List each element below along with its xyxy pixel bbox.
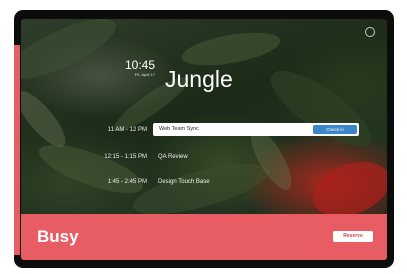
- status-bar: Busy Reserve: [21, 214, 387, 260]
- status-side-strip: [14, 45, 20, 255]
- agenda-item-time: 12:15 - 1:15 PM: [104, 154, 147, 160]
- clock-date: Fri, April 17: [134, 72, 155, 77]
- agenda-item-title[interactable]: QA Review: [158, 153, 188, 161]
- current-meeting-row[interactable]: Web Team Sync Check in: [153, 123, 359, 136]
- agenda-item-time: 1:45 - 2:45 PM: [107, 179, 147, 185]
- reserve-button[interactable]: Reserve: [333, 231, 373, 242]
- clock-time: 10:45: [124, 58, 155, 72]
- room-display-screen: 10:45 Fri, April 17 Jungle 11 AM - 12 PM…: [21, 19, 387, 260]
- room-name: Jungle: [165, 66, 233, 92]
- room-status-label: Busy: [37, 227, 79, 246]
- tablet-device: 10:45 Fri, April 17 Jungle 11 AM - 12 PM…: [14, 10, 394, 268]
- agenda-item-title[interactable]: Design Touch Base: [158, 178, 210, 186]
- check-in-button[interactable]: Check in: [313, 125, 357, 134]
- agenda-item-time: 11 AM - 12 PM: [107, 127, 147, 133]
- gear-icon[interactable]: [365, 27, 375, 37]
- current-meeting-title: Web Team Sync: [159, 126, 199, 132]
